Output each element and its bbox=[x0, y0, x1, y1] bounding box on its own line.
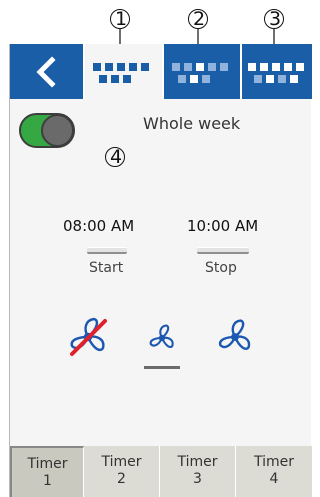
week-grid-icon bbox=[248, 63, 308, 83]
start-time-slider[interactable] bbox=[87, 247, 127, 254]
timer-tab-label: Timer bbox=[177, 454, 218, 470]
timer-tab-number: 4 bbox=[269, 471, 279, 487]
stop-time-value: 10:00 AM bbox=[187, 217, 259, 235]
timer-tab-number: 1 bbox=[43, 473, 52, 489]
schedule-toggle[interactable] bbox=[19, 113, 75, 148]
tab-week-view-2[interactable] bbox=[164, 44, 240, 99]
timer-tab-3[interactable]: Timer 3 bbox=[160, 446, 236, 497]
timer-tab-label: Timer bbox=[253, 454, 295, 470]
fan-high-icon bbox=[218, 319, 251, 350]
timer-tab-1[interactable]: Timer 1 bbox=[10, 446, 84, 497]
header-bar bbox=[10, 44, 312, 99]
toggle-knob bbox=[41, 114, 74, 147]
fan-off-icon bbox=[70, 317, 105, 352]
week-grid-icon bbox=[172, 63, 232, 83]
fan-selected-indicator bbox=[144, 366, 180, 369]
fan-high-button[interactable] bbox=[214, 316, 256, 358]
mode-label: Whole week bbox=[143, 114, 241, 133]
tab-week-view-3[interactable] bbox=[242, 44, 312, 99]
timer-tab-number: 3 bbox=[193, 471, 202, 487]
stop-time-slider[interactable] bbox=[197, 247, 249, 254]
stop-label: Stop bbox=[205, 260, 237, 276]
start-label: Start bbox=[89, 260, 124, 276]
callout-4-circle bbox=[105, 147, 125, 167]
week-grid-icon bbox=[93, 63, 153, 83]
tab-week-view-1[interactable] bbox=[85, 44, 162, 99]
timer-tab-number: 2 bbox=[117, 471, 126, 487]
timer-tab-2[interactable]: Timer 2 bbox=[84, 446, 160, 497]
fan-low-icon bbox=[149, 324, 174, 349]
chevron-left-icon bbox=[36, 56, 56, 88]
fan-low-button[interactable] bbox=[146, 322, 178, 354]
fan-off-button[interactable] bbox=[65, 314, 111, 360]
timer-tab-label: Timer bbox=[27, 456, 68, 472]
timer-tab-label: Timer bbox=[101, 454, 142, 470]
timer-tab-4[interactable]: Timer 4 bbox=[236, 446, 312, 497]
timer-tab-bar: Timer 1 Timer 2 Timer 3 Timer 4 bbox=[10, 446, 312, 497]
back-button[interactable] bbox=[10, 44, 83, 99]
device-screen: 4 Whole week 08:00 AM 10:00 AM Start Sto… bbox=[9, 44, 312, 497]
start-time-value: 08:00 AM bbox=[63, 217, 135, 235]
